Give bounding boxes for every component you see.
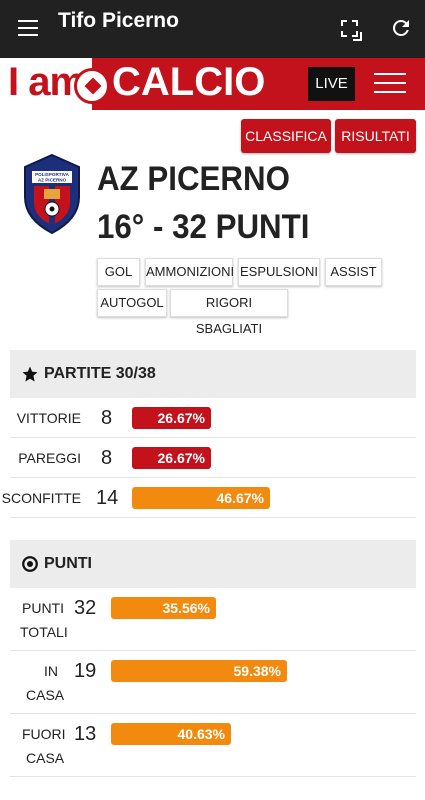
live-button[interactable]: LIVE bbox=[308, 67, 355, 101]
target-icon bbox=[22, 556, 38, 572]
refresh-icon[interactable] bbox=[389, 16, 413, 40]
stat-label-line-2: CASA bbox=[26, 687, 65, 703]
stat-bar: 26.67% bbox=[132, 407, 211, 429]
stat-bar: 26.67% bbox=[132, 447, 211, 469]
logo-text-left[interactable]: I am bbox=[8, 60, 85, 105]
stat-bar: 46.67% bbox=[132, 487, 270, 509]
stat-value: 14 bbox=[96, 487, 119, 509]
stat-row-punti-totali: PUNTI TOTALI 32 35.56% bbox=[10, 588, 416, 651]
chip-assist[interactable]: ASSIST bbox=[325, 258, 382, 286]
team-rank: 16° - 32 PUNTI bbox=[97, 208, 310, 246]
stat-label-line-1: IN bbox=[44, 663, 58, 679]
stat-value: 8 bbox=[101, 447, 113, 469]
stat-value: 8 bbox=[101, 407, 113, 429]
stat-label-line-2: CASA bbox=[26, 750, 65, 766]
stat-row-pareggi: PAREGGI 8 26.67% bbox=[10, 438, 416, 478]
stat-label: PAREGGI bbox=[18, 450, 81, 466]
stat-label-line-2: TOTALI bbox=[20, 624, 68, 640]
chip-autogol[interactable]: AUTOGOL bbox=[97, 289, 167, 317]
stat-row-vittorie: VITTORIE 8 26.67% bbox=[10, 398, 416, 438]
stat-value: 32 bbox=[74, 597, 97, 619]
stat-bar: 59.38% bbox=[111, 660, 287, 682]
crest-text-line-1: POLISPORTIVA bbox=[35, 172, 70, 177]
team-name: AZ PICERNO bbox=[97, 160, 290, 198]
stat-label: SCONFITTE bbox=[1, 490, 81, 506]
classifica-button[interactable]: CLASSIFICA bbox=[241, 119, 331, 153]
stat-row-in-casa: IN CASA 19 59.38% bbox=[10, 651, 416, 714]
star-icon bbox=[22, 366, 38, 382]
stat-label-line-1: PUNTI bbox=[22, 600, 64, 616]
stat-label: VITTORIE bbox=[16, 410, 81, 426]
chip-rigori-sbagliati[interactable]: RIGORI SBAGLIATI bbox=[170, 289, 288, 336]
risultati-button[interactable]: RISULTATI bbox=[335, 119, 416, 153]
soccer-ball-icon bbox=[74, 68, 110, 104]
punti-title: PUNTI bbox=[44, 555, 92, 572]
chip-gol[interactable]: GOL bbox=[97, 258, 140, 286]
partite-title: PARTITE 30/38 bbox=[44, 365, 156, 382]
punti-section-header: PUNTI bbox=[10, 540, 416, 588]
stat-value: 13 bbox=[74, 723, 97, 745]
menu-icon[interactable] bbox=[18, 20, 38, 36]
stat-label-line-1: FUORI bbox=[22, 726, 66, 742]
partite-section-header: PARTITE 30/38 bbox=[10, 350, 416, 398]
chip-ammonizioni[interactable]: AMMONIZIONI bbox=[145, 258, 234, 286]
site-menu-icon[interactable] bbox=[374, 73, 406, 95]
team-crest: POLISPORTIVA AZ PICERNO bbox=[24, 153, 80, 235]
app-title: Tifo Picerno bbox=[58, 9, 179, 32]
crest-text-line-2: AZ PICERNO bbox=[38, 178, 67, 183]
stat-value: 19 bbox=[74, 660, 97, 682]
chip-espulsioni[interactable]: ESPULSIONI bbox=[238, 258, 320, 286]
stat-row-fuori-casa: FUORI CASA 13 40.63% bbox=[10, 714, 416, 777]
brand-header: I am CALCIO LIVE bbox=[0, 58, 425, 110]
stat-bar: 40.63% bbox=[111, 723, 231, 745]
select-area-icon[interactable] bbox=[341, 20, 362, 41]
logo-text-right[interactable]: CALCIO bbox=[112, 60, 265, 105]
stat-bar: 35.56% bbox=[111, 597, 216, 619]
stat-row-sconfitte: SCONFITTE 14 46.67% bbox=[2, 478, 416, 518]
app-bar: Tifo Picerno bbox=[0, 0, 425, 58]
